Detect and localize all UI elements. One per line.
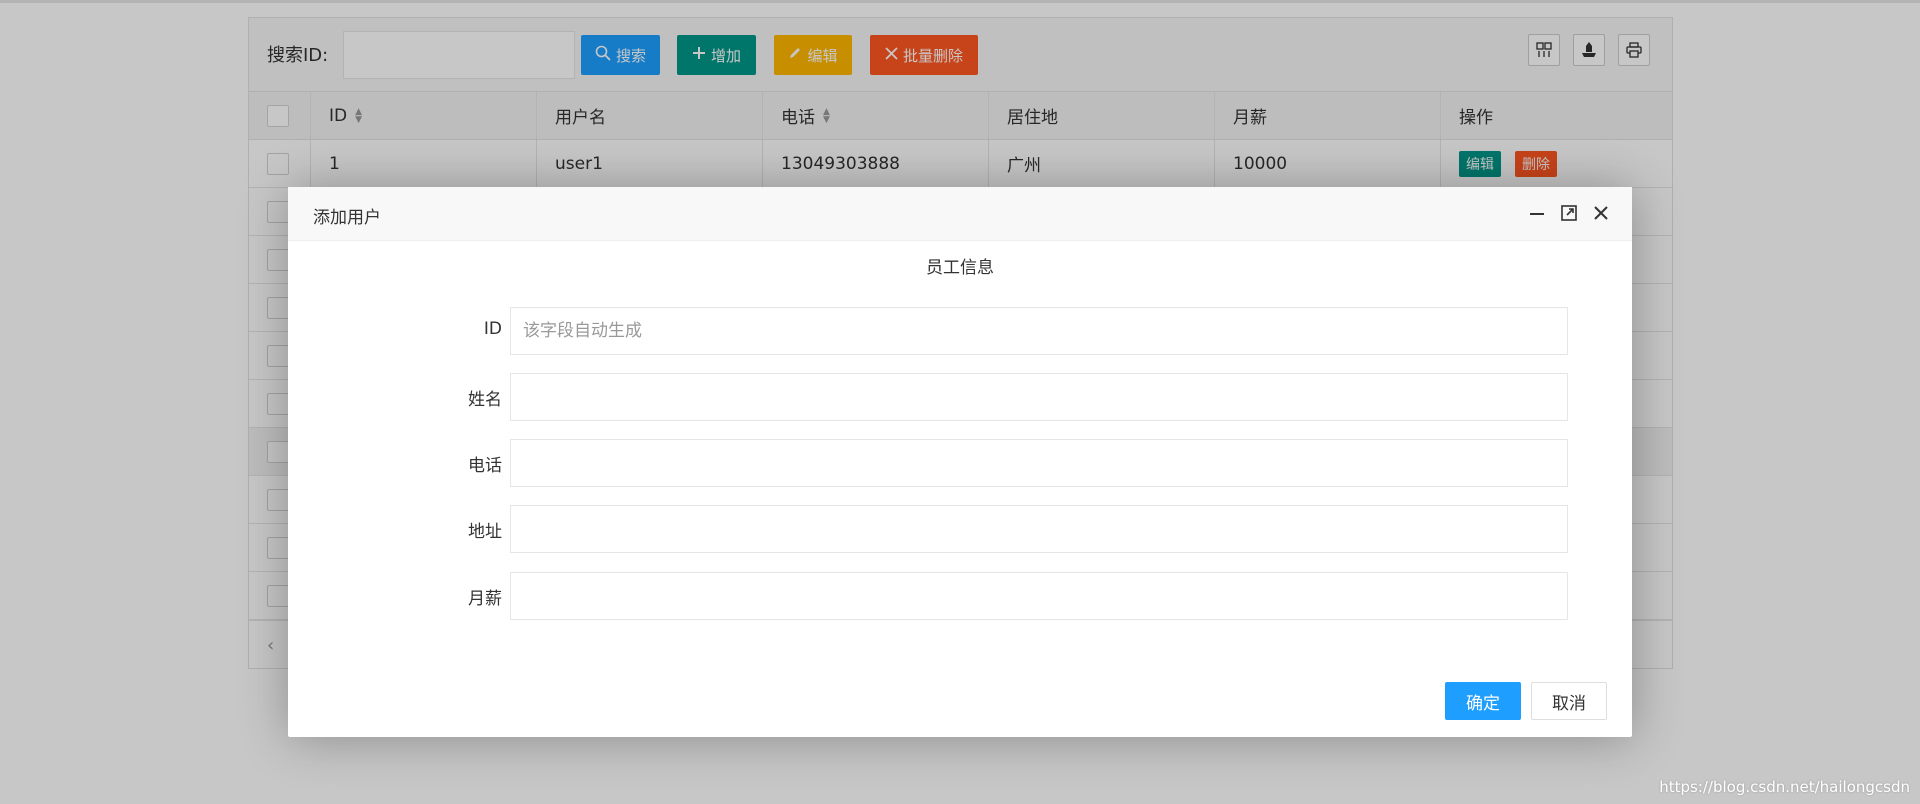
form-row-name: 姓名 [288, 373, 1632, 421]
id-field[interactable] [510, 307, 1568, 355]
name-label: 姓名 [468, 390, 502, 410]
dialog-header: 添加用户 [288, 187, 1632, 241]
form-row-address: 地址 [288, 505, 1632, 553]
address-label: 地址 [468, 522, 502, 542]
add-user-dialog: 添加用户 员工信息 ID 姓名 电话 地址 月薪 确定 取消 [288, 187, 1632, 737]
phone-label: 电话 [468, 456, 502, 476]
confirm-button[interactable]: 确定 [1445, 682, 1521, 720]
cancel-button[interactable]: 取消 [1531, 682, 1607, 720]
phone-field[interactable] [510, 439, 1568, 487]
name-field[interactable] [510, 373, 1568, 421]
close-icon[interactable] [1588, 200, 1614, 226]
form-legend: 员工信息 [926, 258, 994, 278]
salary-field[interactable] [510, 572, 1568, 620]
watermark: https://blog.csdn.net/hailongcsdn [1659, 778, 1910, 796]
salary-label: 月薪 [468, 589, 502, 609]
address-field[interactable] [510, 505, 1568, 553]
id-label: ID [483, 319, 502, 339]
form-row-salary: 月薪 [288, 572, 1632, 620]
form-row-id: ID [288, 307, 1632, 355]
minimize-icon[interactable] [1524, 200, 1550, 226]
dialog-title: 添加用户 [313, 208, 381, 228]
form-row-phone: 电话 [288, 439, 1632, 487]
maximize-icon[interactable] [1556, 200, 1582, 226]
